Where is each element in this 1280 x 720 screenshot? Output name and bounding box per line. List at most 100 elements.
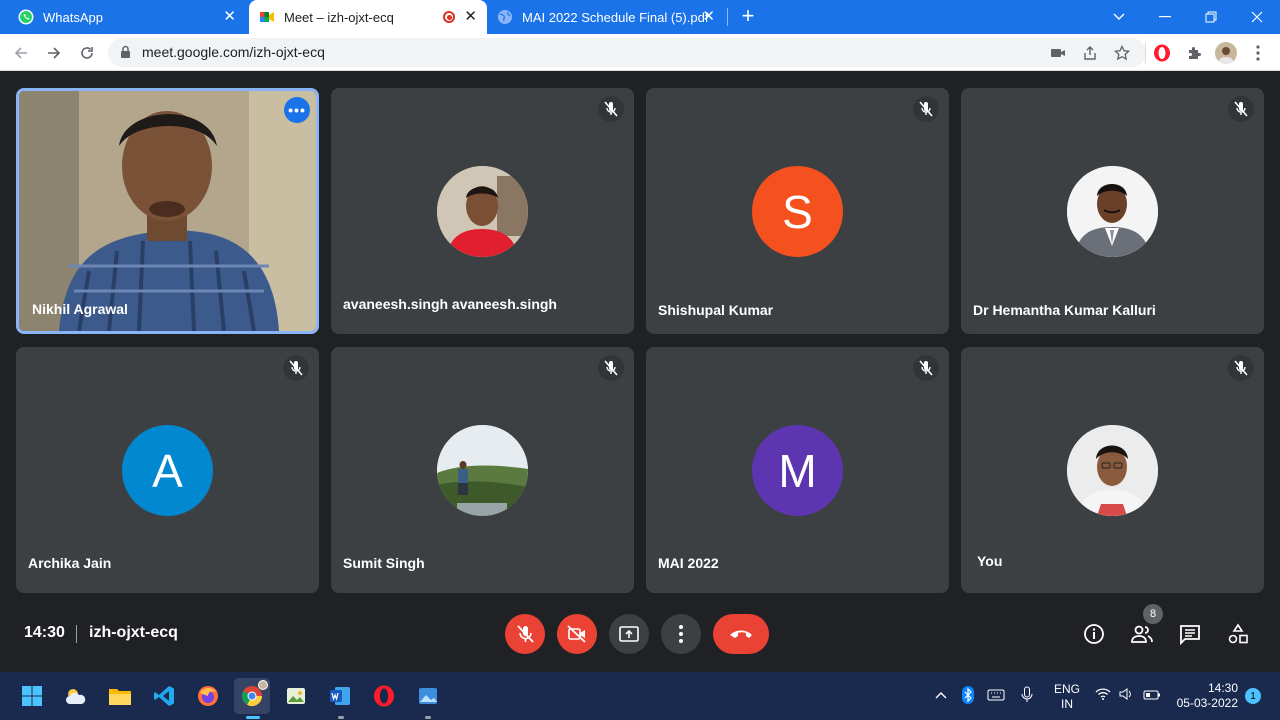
present-screen-button[interactable]	[609, 614, 649, 654]
tab-meet[interactable]: Meet – izh-ojxt-ecq ✕	[249, 0, 487, 34]
camera-in-use-icon[interactable]	[1047, 42, 1069, 64]
more-options-button[interactable]	[661, 614, 701, 654]
participant-tile-video[interactable]: ••• Nikhil Agrawal	[16, 88, 319, 334]
camera-feed-image	[19, 91, 316, 331]
volume-icon[interactable]	[1119, 688, 1133, 703]
whatsapp-icon	[18, 9, 34, 25]
notification-count-badge[interactable]: 1	[1245, 688, 1261, 704]
new-tab-button[interactable]: +	[737, 4, 759, 28]
minimize-icon[interactable]	[1142, 0, 1188, 34]
participant-name: You	[977, 553, 1003, 569]
participant-tile[interactable]: avaneesh.singh avaneesh.singh	[331, 88, 634, 334]
participant-name: MAI 2022	[658, 555, 719, 571]
avatar-photo	[1067, 425, 1158, 516]
omnibox[interactable]: meet.google.com/izh-ojxt-ecq	[108, 38, 1146, 67]
close-tab-icon[interactable]: ✕	[223, 9, 236, 25]
mic-off-icon	[517, 625, 534, 643]
tab-pdf[interactable]: MAI 2022 Schedule Final (5).pdf ✕	[497, 0, 725, 34]
muted-mic-icon	[283, 355, 309, 381]
system-clock[interactable]: 14:30 05-03-2022	[1172, 681, 1238, 711]
microphone-icon[interactable]	[1021, 686, 1033, 707]
microphone-toggle-button[interactable]	[505, 614, 545, 654]
browser-tab-strip: WhatsApp ✕ Meet – izh-ojxt-ecq ✕ MAI 202…	[0, 0, 1280, 34]
globe-icon	[497, 9, 513, 25]
meeting-code: izh-ojxt-ecq	[89, 624, 178, 641]
leave-call-button[interactable]	[713, 614, 769, 654]
tab-search-chevron-down-icon[interactable]	[1096, 0, 1142, 34]
reload-icon[interactable]	[74, 40, 100, 66]
participant-name: Shishupal Kumar	[658, 302, 774, 318]
lock-icon[interactable]	[120, 45, 131, 64]
close-window-icon[interactable]	[1234, 0, 1280, 34]
photos-icon[interactable]	[278, 678, 314, 714]
avatar-photo	[1067, 166, 1158, 257]
keyboard-icon[interactable]	[987, 689, 1005, 704]
avatar-initial: M	[752, 425, 843, 516]
firefox-icon[interactable]	[190, 678, 226, 714]
participant-name: Sumit Singh	[343, 555, 425, 571]
chrome-icon[interactable]	[234, 678, 270, 714]
battery-icon[interactable]	[1143, 689, 1161, 703]
image-viewer-icon[interactable]	[410, 678, 446, 714]
word-icon[interactable]	[322, 678, 358, 714]
participant-tile[interactable]: M MAI 2022	[646, 347, 949, 593]
tab-whatsapp[interactable]: WhatsApp ✕	[18, 0, 246, 34]
restore-icon[interactable]	[1188, 0, 1234, 34]
vscode-icon[interactable]	[146, 678, 182, 714]
file-explorer-icon[interactable]	[102, 678, 138, 714]
extensions-puzzle-icon[interactable]	[1183, 42, 1205, 64]
active-indicator	[246, 716, 260, 719]
show-hidden-icons-chevron-up-icon[interactable]	[935, 688, 947, 702]
divider	[76, 625, 77, 643]
more-options-button[interactable]: •••	[284, 97, 310, 123]
profile-avatar[interactable]	[1215, 42, 1237, 64]
opera-icon[interactable]	[366, 678, 402, 714]
participant-tile[interactable]: A Archika Jain	[16, 347, 319, 593]
participant-tile[interactable]: Dr Hemantha Kumar Kalluri	[961, 88, 1264, 334]
close-tab-icon[interactable]: ✕	[464, 9, 477, 25]
wifi-icon[interactable]	[1095, 688, 1111, 703]
weather-icon[interactable]	[58, 678, 94, 714]
taskbar-date: 05-03-2022	[1176, 696, 1238, 710]
back-arrow-icon[interactable]	[8, 40, 34, 66]
activities-icon[interactable]	[1225, 621, 1251, 647]
windows-taskbar: ENG IN 14:30 05-03-2022	[0, 672, 1280, 720]
avatar-photo	[437, 425, 528, 516]
hang-up-icon	[730, 630, 752, 638]
people-icon[interactable]	[1129, 621, 1155, 647]
participant-tile[interactable]: Sumit Singh	[331, 347, 634, 593]
bookmark-star-icon[interactable]	[1111, 42, 1133, 64]
input-language[interactable]: ENG IN	[1054, 682, 1080, 712]
chat-icon[interactable]	[1177, 621, 1203, 647]
participant-name: Nikhil Agrawal	[32, 301, 128, 317]
muted-mic-icon	[913, 355, 939, 381]
meet-stage: ••• Nikhil Agrawal avaneesh.singh avanee…	[0, 71, 1280, 672]
participant-tile-self[interactable]: You	[961, 347, 1264, 593]
tab-label: Meet – izh-ojxt-ecq	[284, 9, 394, 25]
taskbar-time: 14:30	[1207, 681, 1238, 695]
close-tab-icon[interactable]: ✕	[702, 9, 715, 25]
avatar-initial: S	[752, 166, 843, 257]
windows-start-icon[interactable]	[14, 678, 50, 714]
meeting-control-bar: 14:30 izh-ojxt-ecq	[0, 596, 1280, 672]
camera-toggle-button[interactable]	[557, 614, 597, 654]
tab-divider	[727, 8, 728, 26]
participant-tile[interactable]: S Shishupal Kumar	[646, 88, 949, 334]
participants-count-badge: 8	[1143, 604, 1163, 624]
forward-arrow-icon[interactable]	[41, 40, 67, 66]
running-indicator	[425, 716, 431, 719]
share-icon[interactable]	[1079, 42, 1101, 64]
meeting-details-info-icon[interactable]	[1081, 621, 1107, 647]
language-region: IN	[1061, 697, 1073, 711]
muted-mic-icon	[598, 96, 624, 122]
avatar-photo	[437, 166, 528, 257]
toolbar-divider	[1145, 42, 1146, 64]
language-code: ENG	[1054, 682, 1081, 696]
opera-extension-icon[interactable]	[1151, 42, 1173, 64]
camera-off-icon	[567, 625, 586, 643]
meeting-clock: 14:30	[24, 624, 65, 641]
participant-name: Dr Hemantha Kumar Kalluri	[973, 302, 1156, 318]
bluetooth-icon[interactable]	[961, 686, 975, 707]
running-indicator	[338, 716, 344, 719]
browser-menu-icon[interactable]	[1247, 42, 1269, 64]
